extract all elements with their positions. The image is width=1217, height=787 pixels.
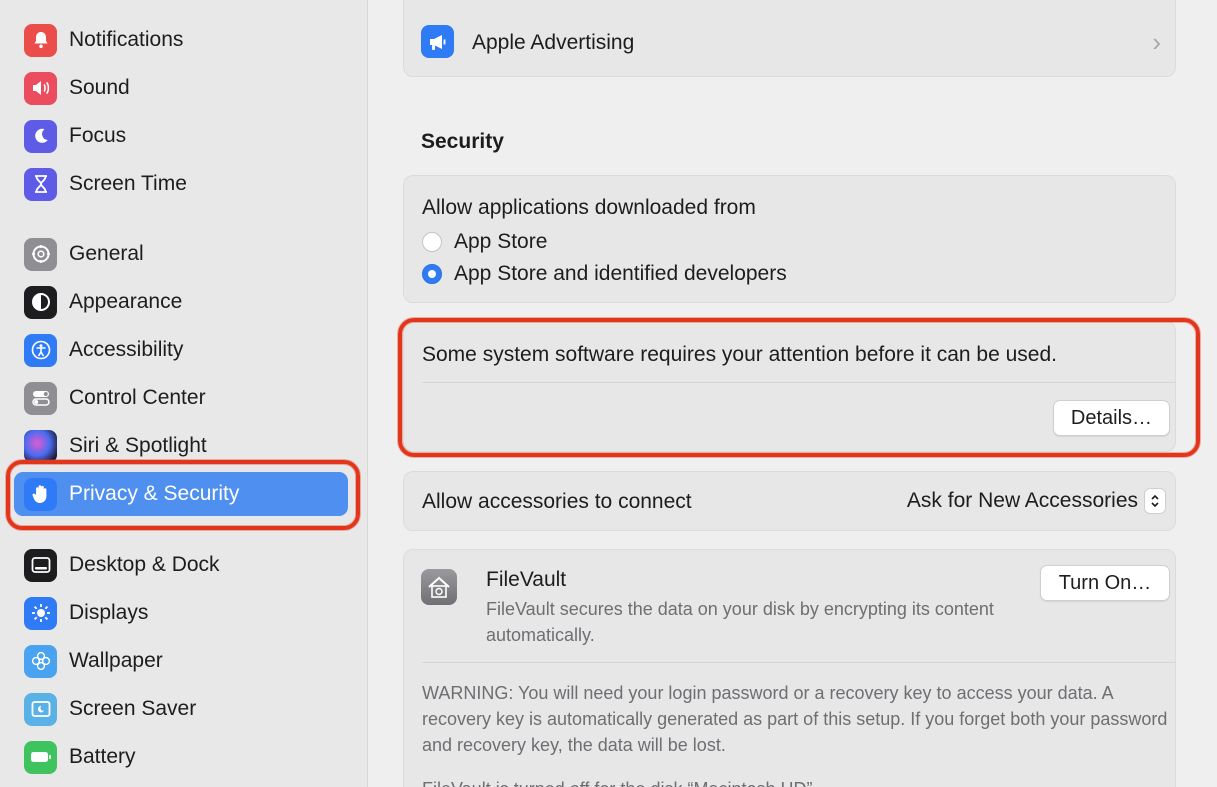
flower-icon xyxy=(24,644,57,678)
radio-label: App Store xyxy=(454,230,548,253)
sidebar-item-label: Screen Time xyxy=(69,172,187,195)
battery-icon xyxy=(24,740,57,774)
radio-app-store-identified[interactable]: App Store and identified developers xyxy=(422,262,787,286)
accessories-popup[interactable]: Ask for New Accessories xyxy=(907,488,1166,514)
appearance-icon xyxy=(24,285,57,319)
sidebar-item-label: Appearance xyxy=(69,290,183,313)
radio-button-on[interactable] xyxy=(422,264,442,284)
filevault-warning: WARNING: You will need your login passwo… xyxy=(422,683,1168,755)
sidebar-item-appearance[interactable]: Appearance xyxy=(14,280,348,324)
sidebar-item-battery[interactable]: Battery xyxy=(14,735,348,779)
allow-applications-label: Allow applications downloaded from xyxy=(422,196,756,219)
filevault-status: FileVault is turned off for the disk “Ma… xyxy=(422,776,818,787)
accessories-label: Allow accessories to connect xyxy=(422,490,692,513)
dock-icon xyxy=(24,548,57,582)
filevault-card: FileVault FileVault secures the data on … xyxy=(403,549,1176,787)
radio-button-off[interactable] xyxy=(422,232,442,252)
sidebar-item-sound[interactable]: Sound xyxy=(14,66,348,110)
details-button[interactable]: Details… xyxy=(1053,400,1170,436)
sidebar-item-label: Siri & Spotlight xyxy=(69,434,207,457)
radio-app-store[interactable]: App Store xyxy=(422,230,547,254)
sidebar-item-wallpaper[interactable]: Wallpaper xyxy=(14,639,348,683)
sidebar-item-label: Displays xyxy=(69,601,149,624)
attention-message: Some system software requires your atten… xyxy=(422,343,1057,366)
sidebar-item-label: General xyxy=(69,242,144,265)
filevault-description: FileVault secures the data on your disk … xyxy=(486,599,994,645)
sidebar-item-focus[interactable]: Focus xyxy=(14,114,348,158)
main-content: Apple Advertising › Security Allow appli… xyxy=(368,0,1217,787)
hand-icon xyxy=(24,477,57,511)
bell-icon xyxy=(24,23,57,57)
sidebar-item-label: Sound xyxy=(69,76,130,99)
sidebar-item-label: Battery xyxy=(69,745,136,768)
sidebar-item-label: Privacy & Security xyxy=(69,482,240,505)
advertising-label: Apple Advertising xyxy=(472,31,635,54)
sidebar-item-privacy-security[interactable]: Privacy & Security xyxy=(14,472,348,516)
sidebar-item-siri-spotlight[interactable]: Siri & Spotlight xyxy=(14,424,348,468)
moon-icon xyxy=(24,119,57,153)
sidebar: Notifications Sound Focus Screen Time Ge… xyxy=(0,0,368,787)
advertising-row[interactable]: Apple Advertising › xyxy=(403,0,1176,77)
divider xyxy=(422,662,1175,663)
sidebar-item-label: Notifications xyxy=(69,28,184,51)
siri-icon xyxy=(24,429,57,463)
sidebar-item-desktop-dock[interactable]: Desktop & Dock xyxy=(14,543,348,587)
security-section-title: Security xyxy=(421,130,504,153)
sidebar-item-label: Focus xyxy=(69,124,127,147)
screensaver-icon xyxy=(24,692,57,726)
sidebar-item-screen-saver[interactable]: Screen Saver xyxy=(14,687,348,731)
sidebar-item-accessibility[interactable]: Accessibility xyxy=(14,328,348,372)
gear-icon xyxy=(24,237,57,271)
turn-on-button[interactable]: Turn On… xyxy=(1040,565,1170,601)
speaker-icon xyxy=(24,71,57,105)
sidebar-item-notifications[interactable]: Notifications xyxy=(14,18,348,62)
accessories-card: Allow accessories to connect Ask for New… xyxy=(403,471,1176,531)
sidebar-item-general[interactable]: General xyxy=(14,232,348,276)
allow-applications-card: Allow applications downloaded from App S… xyxy=(403,175,1176,303)
sidebar-item-label: Screen Saver xyxy=(69,697,197,720)
megaphone-icon xyxy=(421,25,454,58)
sidebar-item-screen-time[interactable]: Screen Time xyxy=(14,162,348,206)
accessibility-icon xyxy=(24,333,57,367)
sidebar-item-label: Control Center xyxy=(69,386,206,409)
sun-icon xyxy=(24,596,57,630)
sidebar-item-control-center[interactable]: Control Center xyxy=(14,376,348,420)
toggles-icon xyxy=(24,381,57,415)
radio-label: App Store and identified developers xyxy=(454,262,787,285)
sidebar-item-label: Desktop & Dock xyxy=(69,553,220,576)
system-software-attention-card: Some system software requires your atten… xyxy=(403,321,1176,452)
sidebar-item-label: Accessibility xyxy=(69,338,184,361)
accessories-value: Ask for New Accessories xyxy=(906,489,1138,512)
sidebar-item-displays[interactable]: Displays xyxy=(14,591,348,635)
filevault-title: FileVault xyxy=(486,568,567,591)
up-down-chevron-icon xyxy=(1144,488,1166,514)
sidebar-item-label: Wallpaper xyxy=(69,649,163,672)
filevault-house-icon xyxy=(421,569,457,605)
chevron-right-icon: › xyxy=(1152,27,1161,57)
divider xyxy=(422,382,1175,383)
hourglass-icon xyxy=(24,167,57,201)
